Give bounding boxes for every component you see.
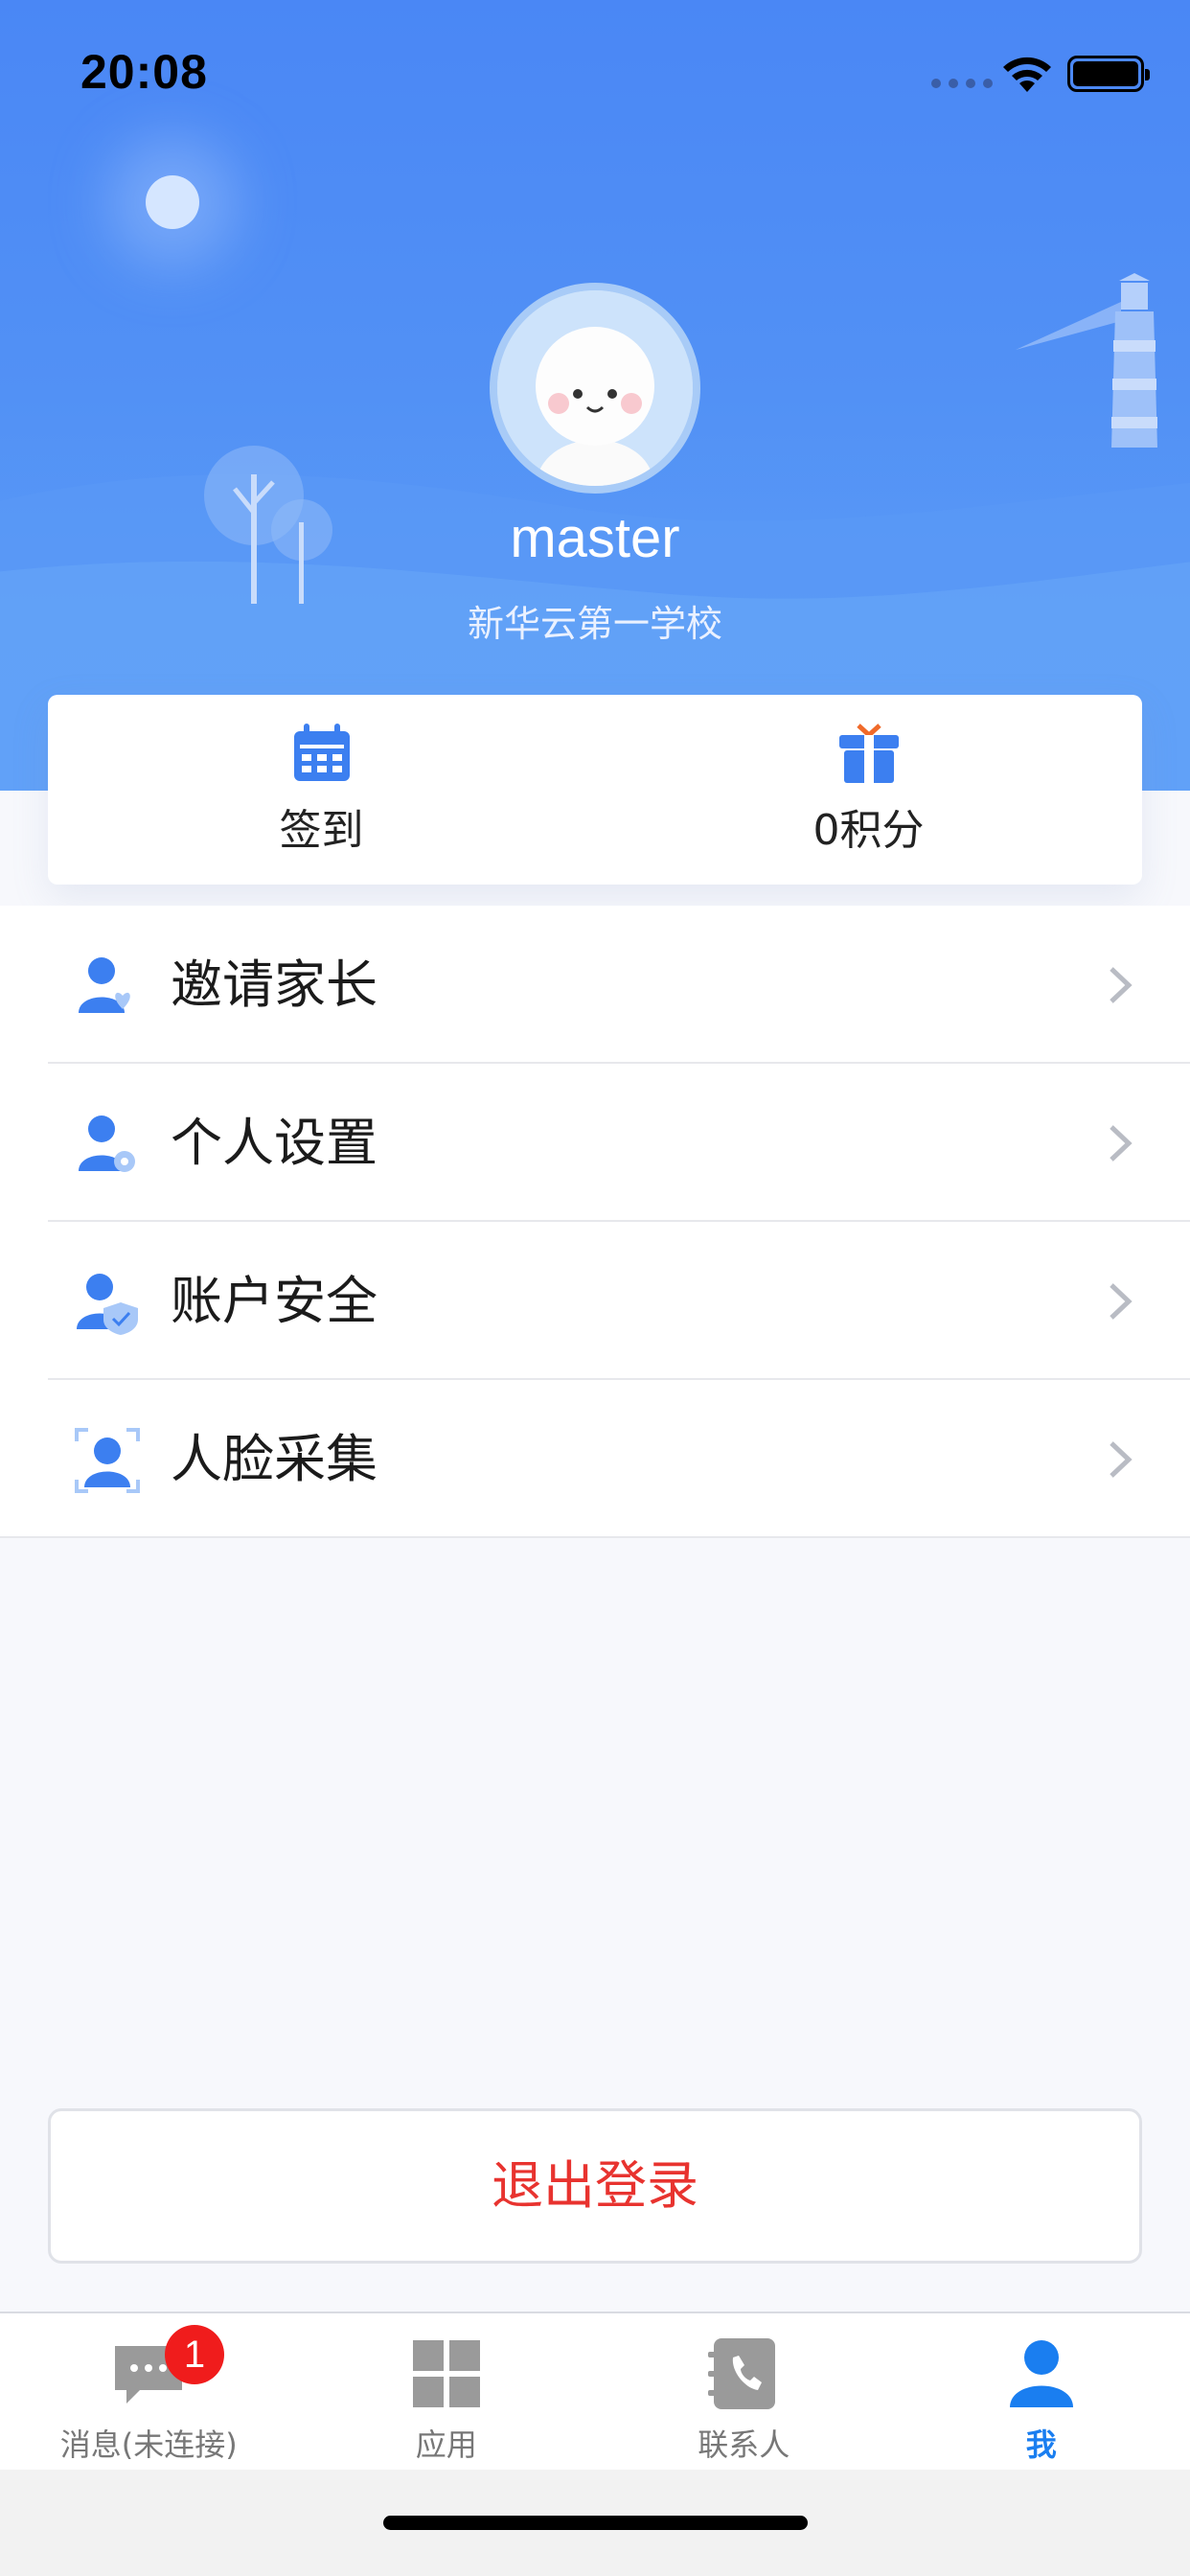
divider: [0, 1536, 1190, 1538]
battery-icon: [1067, 56, 1150, 92]
profile-header: 20:08 master 新华云第一学校: [0, 0, 1190, 791]
face-capture-icon: [75, 1428, 140, 1493]
menu-item-invite-parent[interactable]: 邀请家长: [0, 906, 1190, 1064]
tab-label: 我: [1025, 2426, 1057, 2463]
home-indicator-area: [0, 2470, 1190, 2576]
tab-bar: 1 消息(未连接) 应用 联系人 我: [0, 2312, 1190, 2470]
calendar-icon: [293, 724, 350, 781]
lighthouse-decoration: [1016, 273, 1157, 448]
home-indicator[interactable]: [383, 2516, 808, 2530]
chevron-right-icon: [1110, 1283, 1133, 1320]
account-security-icon: [77, 1274, 138, 1335]
menu-item-label: 人脸采集: [171, 1429, 378, 1489]
menu-item-account-security[interactable]: 账户安全: [0, 1222, 1190, 1380]
invite-parent-icon: [79, 957, 130, 1013]
settings-menu: 邀请家长 个人设置 账户安全 人脸采集: [0, 906, 1190, 1538]
logout-button[interactable]: 退出登录: [48, 2108, 1142, 2264]
tab-label: 消息(未连接): [59, 2426, 238, 2463]
user-settings-icon: [79, 1116, 135, 1172]
cellular-signal-icon: [931, 79, 993, 88]
avatar[interactable]: [490, 283, 700, 494]
menu-item-label: 个人设置: [171, 1113, 378, 1173]
menu-item-face-capture[interactable]: 人脸采集: [0, 1380, 1190, 1538]
apps-grid-icon: [412, 2340, 480, 2407]
username: master: [510, 507, 680, 569]
menu-item-label: 邀请家长: [171, 954, 378, 1015]
menu-item-label: 账户安全: [171, 1271, 378, 1331]
checkin-label: 签到: [279, 806, 364, 855]
school-name: 新华云第一学校: [467, 603, 722, 645]
chevron-right-icon: [1110, 1125, 1133, 1162]
unread-badge: 1: [165, 2325, 224, 2384]
quick-actions-card: 签到 0积分: [48, 695, 1142, 885]
chevron-right-icon: [1110, 1441, 1133, 1478]
checkin-button[interactable]: 签到: [48, 695, 595, 885]
menu-item-personal-settings[interactable]: 个人设置: [0, 1064, 1190, 1222]
tab-label: 应用: [415, 2426, 477, 2463]
tab-contacts[interactable]: 联系人: [595, 2313, 893, 2470]
tab-apps[interactable]: 应用: [298, 2313, 596, 2470]
me-person-icon: [1009, 2340, 1073, 2407]
tab-me[interactable]: 我: [893, 2313, 1190, 2470]
points-label: 0积分: [812, 806, 925, 855]
wifi-icon: [1003, 57, 1051, 92]
tab-label: 联系人: [698, 2426, 790, 2463]
moon-decoration: [146, 175, 199, 229]
status-time: 20:08: [80, 45, 208, 99]
avatar-face-icon: [497, 290, 693, 486]
gift-icon: [838, 724, 899, 783]
status-bar: 20:08: [0, 0, 1190, 144]
points-button[interactable]: 0积分: [595, 695, 1142, 885]
chevron-right-icon: [1110, 967, 1133, 1003]
tab-messages[interactable]: 1 消息(未连接): [0, 2313, 298, 2470]
contacts-phone-icon: [708, 2338, 776, 2409]
